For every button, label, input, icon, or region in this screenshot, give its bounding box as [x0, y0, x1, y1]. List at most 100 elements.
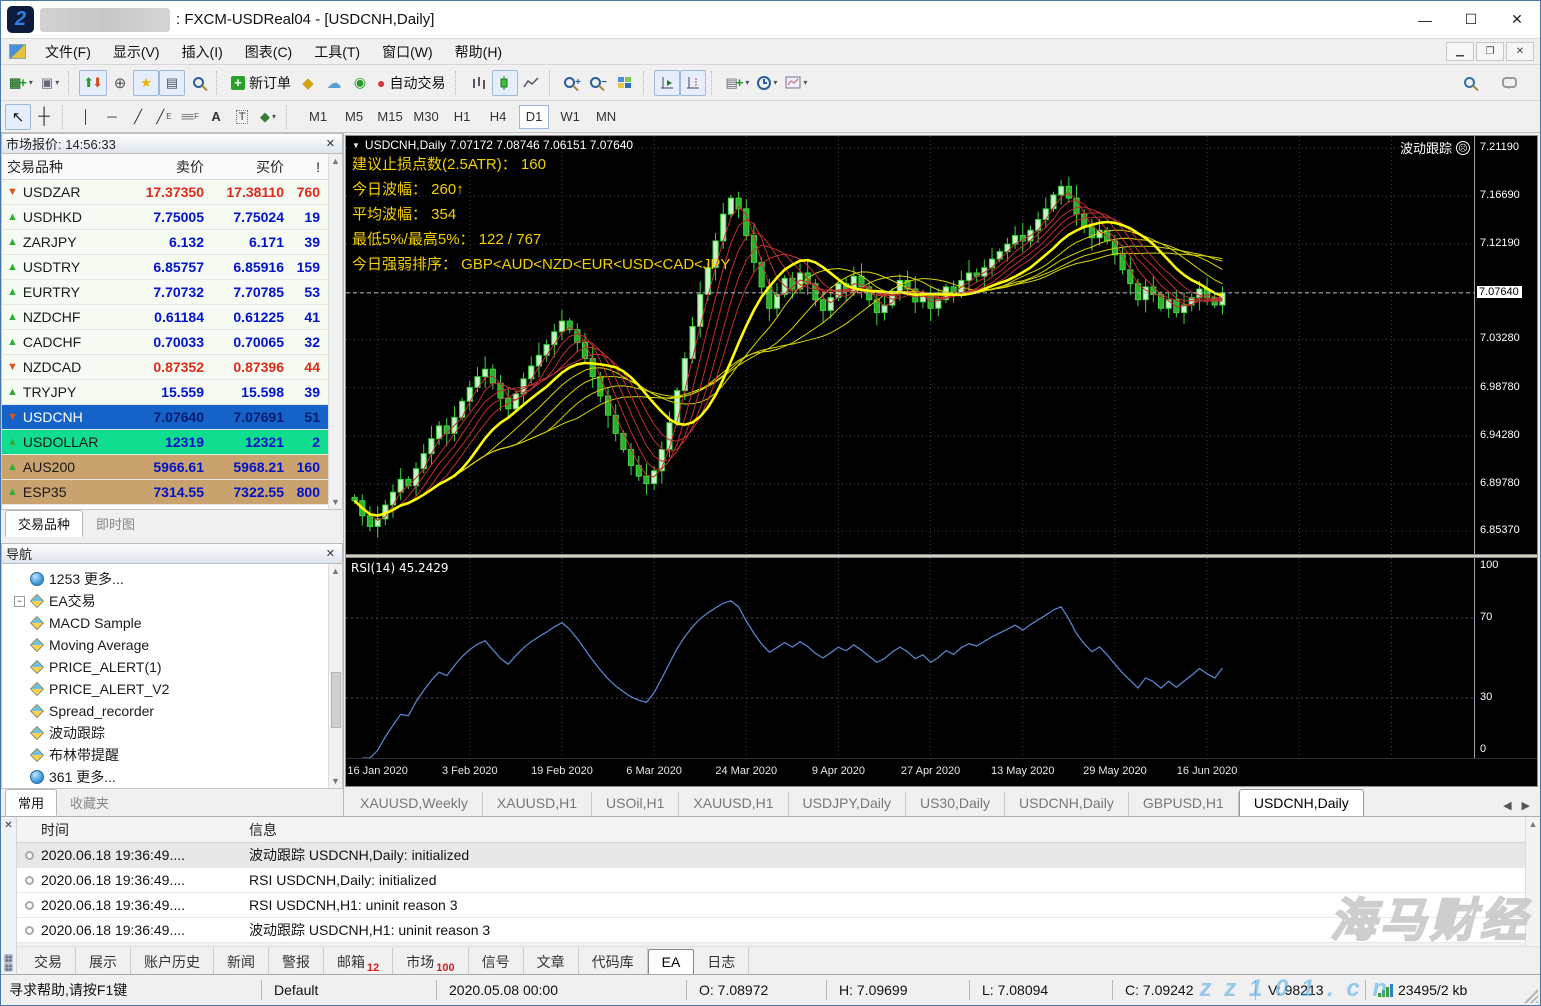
table-row[interactable]: ▼ USDCNH 7.07640 7.07691 51	[2, 405, 342, 430]
tile-windows-button[interactable]	[612, 70, 638, 96]
terminal-tab-展示[interactable]: 展示	[76, 947, 131, 976]
table-row[interactable]: ▼ USDZAR 17.37350 17.38110 760	[2, 180, 342, 205]
terminal-tab-信号[interactable]: 信号	[469, 947, 524, 976]
zoom-in-button[interactable]: +	[560, 70, 586, 96]
table-row[interactable]: ▲ USDHKD 7.75005 7.75024 19	[2, 205, 342, 230]
table-row[interactable]: 2020.06.18 19:36:49.... 波动跟踪 USDCNH,H1: u…	[17, 918, 1540, 943]
timeframe-mn[interactable]: MN	[591, 105, 621, 129]
new-chart-button[interactable]: ▦ + ▾	[5, 70, 37, 96]
search-icon[interactable]	[1456, 70, 1482, 96]
signals-icon[interactable]: ◉	[347, 70, 373, 96]
terminal-tab-账户历史[interactable]: 账户历史	[131, 947, 214, 976]
terminal-tab-交易[interactable]: 交易	[21, 947, 76, 976]
status-profile[interactable]: Default	[261, 980, 436, 1000]
timeframe-h4[interactable]: H4	[483, 105, 513, 129]
list-item[interactable]: 波动跟踪	[8, 722, 342, 744]
chart-shift-button[interactable]	[679, 69, 706, 96]
table-row[interactable]: 2020.06.18 19:36:49.... 波动跟踪 USDCNH,Daily…	[17, 843, 1540, 868]
chart-tab[interactable]: US30,Daily	[906, 792, 1005, 816]
navigator-close-icon[interactable]: ✕	[323, 547, 338, 560]
table-row[interactable]: ▲ USDTRY 6.85757 6.85916 159	[2, 255, 342, 280]
terminal-scrollbar[interactable]: ▲	[1525, 817, 1540, 946]
periods-button[interactable]: ▾	[753, 70, 781, 96]
templates-button[interactable]: ▾	[781, 70, 811, 96]
scripts-icon[interactable]: ◆	[295, 70, 321, 96]
maximize-button[interactable]: ☐	[1448, 1, 1494, 38]
child-close-button[interactable]: ✕	[1506, 42, 1534, 61]
navigator-scrollbar[interactable]: ▲ ▼	[328, 564, 342, 788]
terminal-tab-新闻[interactable]: 新闻	[214, 947, 269, 976]
tab-favorites[interactable]: 收藏夹	[57, 789, 122, 816]
table-row[interactable]: 2020.06.18 19:36:49.... RSI USDCNH,H1: un…	[17, 893, 1540, 918]
terminal-tab-市场[interactable]: 市场 100	[393, 947, 469, 976]
chart-tab[interactable]: USDCNH,Daily	[1238, 789, 1364, 816]
list-item[interactable]: 布林带提醒	[8, 744, 342, 766]
zoom-out-button[interactable]: −	[586, 70, 612, 96]
rsi-plot[interactable]: RSI(14) 45.2429	[346, 558, 1475, 758]
list-item[interactable]: PRICE_ALERT(1)	[8, 656, 342, 678]
crosshair-tool-button[interactable]: ┼	[31, 104, 57, 130]
timeframe-w1[interactable]: W1	[555, 105, 585, 129]
column-message[interactable]: 信息	[249, 820, 277, 840]
timeframe-m5[interactable]: M5	[339, 105, 369, 129]
sad-face-icon[interactable]: ☹	[1456, 140, 1470, 155]
minimize-button[interactable]: —	[1402, 1, 1448, 38]
terminal-tab-ea[interactable]: EA	[647, 948, 695, 975]
column-spread[interactable]: !	[284, 159, 324, 175]
menu-item[interactable]: 图表(C)	[234, 39, 303, 64]
chart-tab[interactable]: XAUUSD,H1	[679, 792, 789, 816]
terminal-tab-警报[interactable]: 警报	[269, 947, 324, 976]
table-row[interactable]: ▲ ESP35 7314.55 7322.55 800	[2, 480, 342, 505]
tab-common[interactable]: 常用	[5, 789, 58, 816]
chart-tab[interactable]: USDJPY,Daily	[789, 792, 906, 816]
text-tool[interactable]: A	[203, 104, 229, 130]
table-row[interactable]: ▲ USDOLLAR 12319 12321 2	[2, 430, 342, 455]
chart-dropdown-icon[interactable]: ▼	[352, 141, 360, 150]
column-buy[interactable]: 买价	[204, 157, 284, 177]
strategy-tester-button[interactable]	[185, 70, 211, 96]
market-watch-scrollbar[interactable]: ▲ ▼	[328, 154, 342, 509]
menu-item[interactable]: 工具(T)	[303, 39, 371, 64]
terminal-tab-日志[interactable]: 日志	[694, 947, 750, 976]
list-item[interactable]: PRICE_ALERT_V2	[8, 678, 342, 700]
fibonacci-tool[interactable]: ≡≡ F	[177, 104, 203, 130]
chat-icon[interactable]	[1496, 70, 1522, 96]
table-row[interactable]: 2020.06.18 19:36:49.... RSI USDCNH,Daily:…	[17, 868, 1540, 893]
terminal-grip-icon[interactable]: ▦ ▦	[4, 954, 13, 973]
table-row[interactable]: ▲ EURTRY 7.70732 7.70785 53	[2, 280, 342, 305]
date-axis[interactable]: 16 Jan 2020 3 Feb 2020 19 Feb 2020 6 Mar 20…	[346, 758, 1537, 784]
market-watch-close-icon[interactable]: ✕	[323, 137, 338, 150]
trendline-tool[interactable]: ╱	[125, 104, 151, 130]
resize-grip[interactable]	[1524, 989, 1538, 1003]
web-charts-icon[interactable]: ☁	[321, 70, 347, 96]
child-restore-button[interactable]: ❐	[1476, 42, 1504, 61]
market-watch-toggle-button[interactable]: ⬆ ⬇	[79, 69, 108, 96]
list-item[interactable]: Moving Average	[8, 634, 342, 656]
terminal-tab-邮箱[interactable]: 邮箱 12	[324, 947, 394, 976]
vertical-line-tool[interactable]: │	[73, 104, 99, 130]
profiles-button[interactable]: ▣ ▾	[37, 70, 63, 96]
arrows-tool[interactable]: ◆ ▾	[255, 104, 281, 130]
tabs-scroll-left-icon[interactable]: ◀	[1503, 799, 1511, 812]
chart-tab[interactable]: GBPUSD,H1	[1129, 792, 1239, 816]
chart-tab[interactable]: USDCNH,Daily	[1005, 792, 1129, 816]
table-row[interactable]: ▲ AUS200 5966.61 5968.21 160	[2, 455, 342, 480]
timeframe-d1[interactable]: D1	[519, 104, 550, 129]
table-row[interactable]: ▼ NZDCAD 0.87352 0.87396 44	[2, 355, 342, 380]
close-button[interactable]: ✕	[1494, 1, 1540, 38]
text-label-tool[interactable]: T	[229, 104, 255, 130]
price-axis[interactable]: 7.21190 7.16690 7.12190 7.07640 7.03280 6.987…	[1475, 136, 1537, 554]
column-symbol[interactable]: 交易品种	[2, 157, 120, 177]
table-row[interactable]: ▲ NZDCHF 0.61184 0.61225 41	[2, 305, 342, 330]
cursor-tool-button[interactable]: ↖	[5, 103, 31, 130]
auto-scroll-button[interactable]	[653, 69, 680, 96]
tab-symbols[interactable]: 交易品种	[5, 510, 84, 537]
list-item[interactable]: − EA交易	[8, 590, 342, 612]
tabs-scroll-right-icon[interactable]: ▶	[1522, 799, 1530, 812]
terminal-toggle-button[interactable]: ▤	[159, 69, 186, 96]
bar-chart-button[interactable]	[466, 70, 492, 96]
list-item[interactable]: MACD Sample	[8, 612, 342, 634]
child-minimize-button[interactable]: ▁	[1446, 42, 1474, 61]
horizontal-line-tool[interactable]: ─	[99, 104, 125, 130]
menu-item[interactable]: 文件(F)	[34, 39, 102, 64]
